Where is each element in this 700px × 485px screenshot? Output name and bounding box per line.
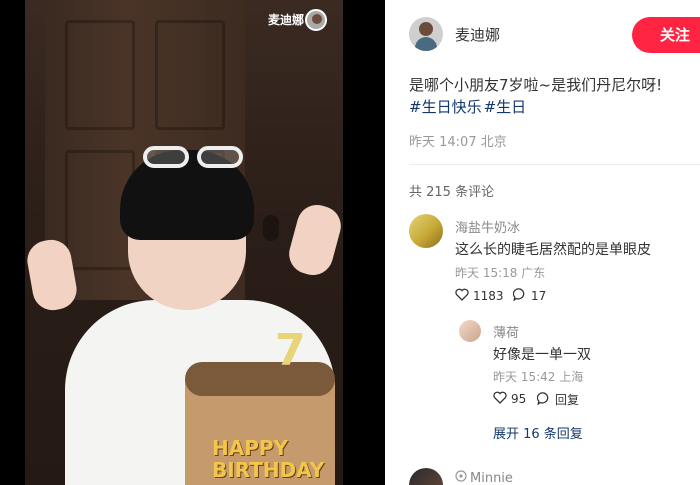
reply-meta: 昨天 15:42 上海 [493,370,584,384]
reply-button[interactable]: 17 [512,288,547,304]
cake-text-line1: HAPPY [212,436,289,460]
post-sidebar: 麦迪娜 关注 是哪个小朋友7岁啦~是我们丹尼尔呀! #生日快乐 #生日 昨天 14… [385,0,700,485]
post-text: 是哪个小朋友7岁啦~是我们丹尼尔呀! [409,76,663,94]
comment-count: 共 215 条评论 [409,185,495,200]
comment-text: 这么长的睫毛居然配的是单眼皮 [455,242,651,258]
reply-like-count: 95 [511,392,527,406]
comment-avatar[interactable] [409,214,443,248]
reply-count: 17 [531,289,547,303]
expand-replies-link[interactable]: 展开 16 条回复 [493,423,583,442]
comment-author[interactable]: 海盐牛奶冰 [455,217,520,236]
video-author-avatar[interactable] [305,9,327,31]
comment-meta: 昨天 15:18 广东 [455,266,546,280]
like-button[interactable]: 1183 [455,288,504,304]
comment-avatar[interactable] [409,468,443,485]
author-avatar[interactable] [409,17,443,51]
video-player[interactable]: 7 HAPPY BIRTHDAY [25,0,343,485]
comment-author-row[interactable]: Minnie [455,470,513,485]
reply-author[interactable]: 薄荷 [493,322,519,341]
reply-like-button[interactable]: 95 [493,391,526,407]
heart-icon [493,391,507,407]
divider [409,164,700,165]
follow-button[interactable]: 关注 [632,17,700,53]
post-detail-page: 7 HAPPY BIRTHDAY 麦迪娜 麦迪娜 关注 是哪个小朋友7岁啦~是我… [0,0,700,485]
door-handle [263,215,279,241]
sunglasses [143,146,247,172]
like-count: 1183 [473,289,504,303]
badge-icon [455,470,467,485]
reply-avatar[interactable] [459,320,481,342]
number-candle: 7 [275,325,306,376]
reply-text: 好像是一单一双 [493,347,591,363]
video-pane[interactable]: 7 HAPPY BIRTHDAY 麦迪娜 [0,0,385,485]
comment-icon [512,288,527,304]
post-tags: #生日快乐 #生日 [409,96,528,118]
tag-link[interactable]: #生日快乐 [409,98,482,116]
reply-reply-button[interactable]: 回复 [536,391,580,408]
video-author-name[interactable]: 麦迪娜 [268,11,304,28]
reply-reply-label: 回复 [555,393,580,407]
cake-top [185,362,335,396]
comment-author[interactable]: Minnie [470,471,513,485]
cake-text-line2: BIRTHDAY [212,458,325,482]
comment-icon [536,391,551,408]
heart-icon [455,288,469,304]
author-row[interactable]: 麦迪娜 [409,17,500,51]
post-time: 昨天 14:07 北京 [409,135,507,150]
right-hand [284,200,343,280]
cake-topper: HAPPY BIRTHDAY [212,437,324,481]
tag-link[interactable]: #生日 [484,98,527,116]
author-name[interactable]: 麦迪娜 [455,24,500,45]
